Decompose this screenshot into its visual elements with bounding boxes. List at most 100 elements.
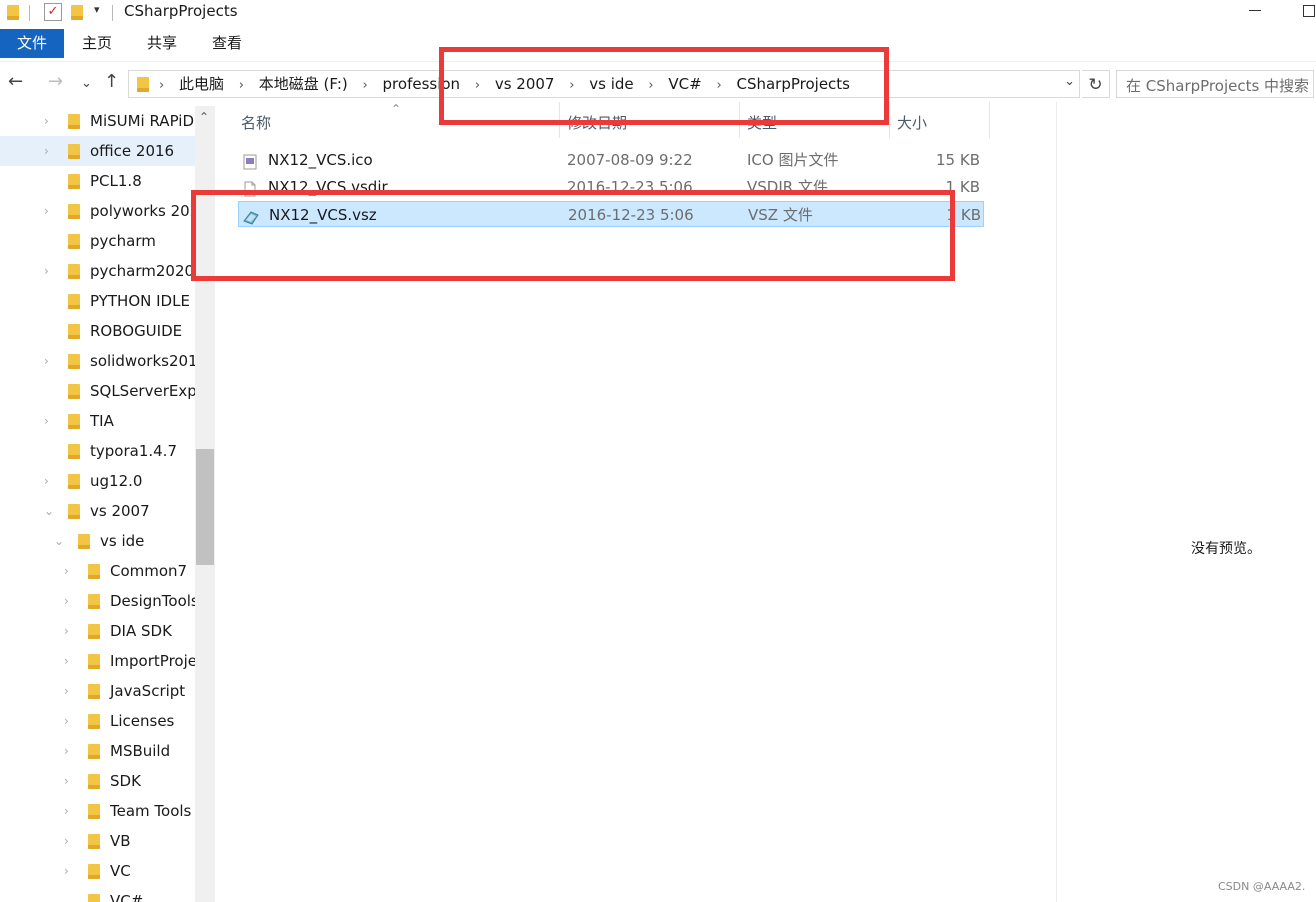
sidebar-item-office-2016[interactable]: › office 2016 bbox=[0, 136, 195, 166]
tab-view[interactable]: 查看 bbox=[198, 29, 256, 58]
sidebar-item-label: VC# bbox=[110, 892, 144, 902]
sidebar-item-common7[interactable]: › Common7 bbox=[0, 556, 195, 586]
window-title: CSharpProjects bbox=[124, 2, 238, 20]
sidebar-item-pcl1-8[interactable]: PCL1.8 bbox=[0, 166, 195, 196]
chevron-right-icon[interactable]: › bbox=[44, 136, 49, 166]
chevron-right-icon[interactable]: › bbox=[44, 106, 49, 136]
breadcrumb-this-pc[interactable]: 此电脑 bbox=[179, 71, 224, 97]
folder-icon bbox=[88, 804, 100, 819]
scroll-up-icon[interactable]: ⌃ bbox=[199, 110, 209, 124]
annotation-box-address bbox=[439, 47, 889, 125]
sidebar-item-typora1-4-7[interactable]: typora1.4.7 bbox=[0, 436, 195, 466]
chevron-down-icon[interactable]: ⌄ bbox=[44, 496, 54, 526]
folder-icon bbox=[88, 744, 100, 759]
chevron-right-icon[interactable]: › bbox=[64, 796, 69, 826]
breadcrumb-local-disk[interactable]: 本地磁盘 (F:) bbox=[259, 71, 348, 97]
navigation-scrollbar-thumb[interactable] bbox=[196, 449, 214, 565]
chevron-right-icon[interactable]: › bbox=[159, 73, 164, 99]
sidebar-item-tia[interactable]: › TIA bbox=[0, 406, 195, 436]
chevron-right-icon[interactable]: › bbox=[239, 73, 244, 99]
sidebar-item-pycharm[interactable]: pycharm bbox=[0, 226, 195, 256]
sidebar-item-label: PCL1.8 bbox=[90, 172, 142, 190]
chevron-right-icon[interactable]: › bbox=[64, 586, 69, 616]
chevron-right-icon[interactable]: › bbox=[44, 406, 49, 436]
minimize-icon[interactable] bbox=[1249, 10, 1261, 11]
chevron-right-icon[interactable]: › bbox=[64, 706, 69, 736]
column-divider[interactable] bbox=[989, 102, 990, 138]
sidebar-item-label: DIA SDK bbox=[110, 622, 172, 640]
chevron-down-icon[interactable]: ⌄ bbox=[54, 526, 64, 556]
chevron-right-icon[interactable]: › bbox=[64, 826, 69, 856]
chevron-down-icon[interactable]: ⌄ bbox=[64, 886, 74, 902]
column-header-name[interactable]: 名称 bbox=[241, 112, 271, 133]
chevron-right-icon[interactable]: › bbox=[64, 616, 69, 646]
folder-icon bbox=[88, 714, 100, 729]
new-folder-icon[interactable] bbox=[71, 5, 83, 20]
sidebar-item-licenses[interactable]: › Licenses bbox=[0, 706, 195, 736]
recent-locations-chevron-icon[interactable]: ⌄ bbox=[81, 74, 92, 94]
chevron-right-icon[interactable]: › bbox=[64, 736, 69, 766]
sidebar-item-dia-sdk[interactable]: › DIA SDK bbox=[0, 616, 195, 646]
forward-arrow-icon[interactable]: → bbox=[48, 72, 63, 92]
folder-icon bbox=[88, 654, 100, 669]
folder-icon bbox=[68, 114, 80, 129]
sidebar-item-sdk[interactable]: › SDK bbox=[0, 766, 195, 796]
chevron-right-icon[interactable]: › bbox=[44, 466, 49, 496]
up-arrow-icon[interactable]: ↑ bbox=[104, 72, 119, 92]
sidebar-item-label: typora1.4.7 bbox=[90, 442, 177, 460]
file-row[interactable]: NX12_VCS.ico 2007-08-09 9:22 ICO 图片文件 15 KB bbox=[238, 147, 984, 173]
sidebar-item-label: vs ide bbox=[100, 532, 145, 550]
folder-icon bbox=[88, 594, 100, 609]
sidebar-item-roboguide[interactable]: ROBOGUIDE bbox=[0, 316, 195, 346]
sidebar-item-vc[interactable]: › VC bbox=[0, 856, 195, 886]
chevron-right-icon[interactable]: › bbox=[64, 646, 69, 676]
sidebar-item-pycharm2020[interactable]: › pycharm2020 bbox=[0, 256, 195, 286]
sidebar-item-importprojects[interactable]: › ImportProjects bbox=[0, 646, 195, 676]
sidebar-item-solidworks2018[interactable]: › solidworks2018 bbox=[0, 346, 195, 376]
chevron-right-icon[interactable]: › bbox=[363, 73, 368, 99]
sidebar-item-team-tools[interactable]: › Team Tools bbox=[0, 796, 195, 826]
refresh-icon[interactable]: ↻ bbox=[1082, 70, 1110, 98]
customize-quick-access-icon[interactable]: ▾ bbox=[94, 3, 100, 16]
folder-icon bbox=[78, 534, 90, 549]
sidebar-item-misumi-rapid[interactable]: › MiSUMi RAPiD bbox=[0, 106, 195, 136]
sidebar-item-label: TIA bbox=[90, 412, 114, 430]
chevron-right-icon[interactable]: › bbox=[64, 856, 69, 886]
sidebar-item-label: pycharm2020 bbox=[90, 262, 195, 280]
back-arrow-icon[interactable]: ← bbox=[8, 72, 23, 92]
search-input[interactable]: 在 CSharpProjects 中搜索 bbox=[1116, 70, 1314, 98]
folder-icon bbox=[88, 624, 100, 639]
chevron-right-icon[interactable]: › bbox=[44, 256, 49, 286]
folder-icon bbox=[68, 204, 80, 219]
chevron-right-icon[interactable]: › bbox=[44, 196, 49, 226]
sidebar-item-ug12-0[interactable]: › ug12.0 bbox=[0, 466, 195, 496]
sidebar-item-vc[interactable]: ⌄ VC# bbox=[0, 886, 195, 902]
sidebar-item-msbuild[interactable]: › MSBuild bbox=[0, 736, 195, 766]
tab-share[interactable]: 共享 bbox=[132, 29, 192, 58]
maximize-icon[interactable] bbox=[1303, 5, 1315, 17]
folder-icon bbox=[88, 774, 100, 789]
chevron-right-icon[interactable]: › bbox=[64, 556, 69, 586]
sort-ascending-icon: ⌃ bbox=[391, 102, 402, 116]
column-header-size[interactable]: 大小 bbox=[897, 112, 927, 133]
chevron-right-icon[interactable]: › bbox=[44, 346, 49, 376]
chevron-right-icon[interactable]: › bbox=[64, 676, 69, 706]
sidebar-item-label: ug12.0 bbox=[90, 472, 143, 490]
tab-file[interactable]: 文件 bbox=[0, 29, 64, 58]
chevron-right-icon[interactable]: › bbox=[64, 766, 69, 796]
tab-home[interactable]: 主页 bbox=[68, 29, 126, 58]
sidebar-item-javascript[interactable]: › JavaScript bbox=[0, 676, 195, 706]
folder-icon bbox=[68, 444, 80, 459]
annotation-box-selected-file bbox=[191, 190, 955, 281]
sidebar-item-vb[interactable]: › VB bbox=[0, 826, 195, 856]
sidebar-item-vs-2007[interactable]: ⌄ vs 2007 bbox=[0, 496, 195, 526]
sidebar-item-sqlserverexpress[interactable]: SQLServerExpress bbox=[0, 376, 195, 406]
sidebar-item-designtools[interactable]: › DesignTools bbox=[0, 586, 195, 616]
properties-check-icon[interactable]: ✓ bbox=[44, 3, 62, 21]
sidebar-item-python-idle[interactable]: PYTHON IDLE bbox=[0, 286, 195, 316]
address-dropdown-icon[interactable]: ⌄ bbox=[1064, 74, 1075, 89]
folder-icon bbox=[68, 234, 80, 249]
sidebar-item-polyworks-2020[interactable]: › polyworks 2020 bbox=[0, 196, 195, 226]
column-divider[interactable] bbox=[889, 102, 890, 138]
sidebar-item-vs-ide[interactable]: ⌄ vs ide bbox=[0, 526, 195, 556]
